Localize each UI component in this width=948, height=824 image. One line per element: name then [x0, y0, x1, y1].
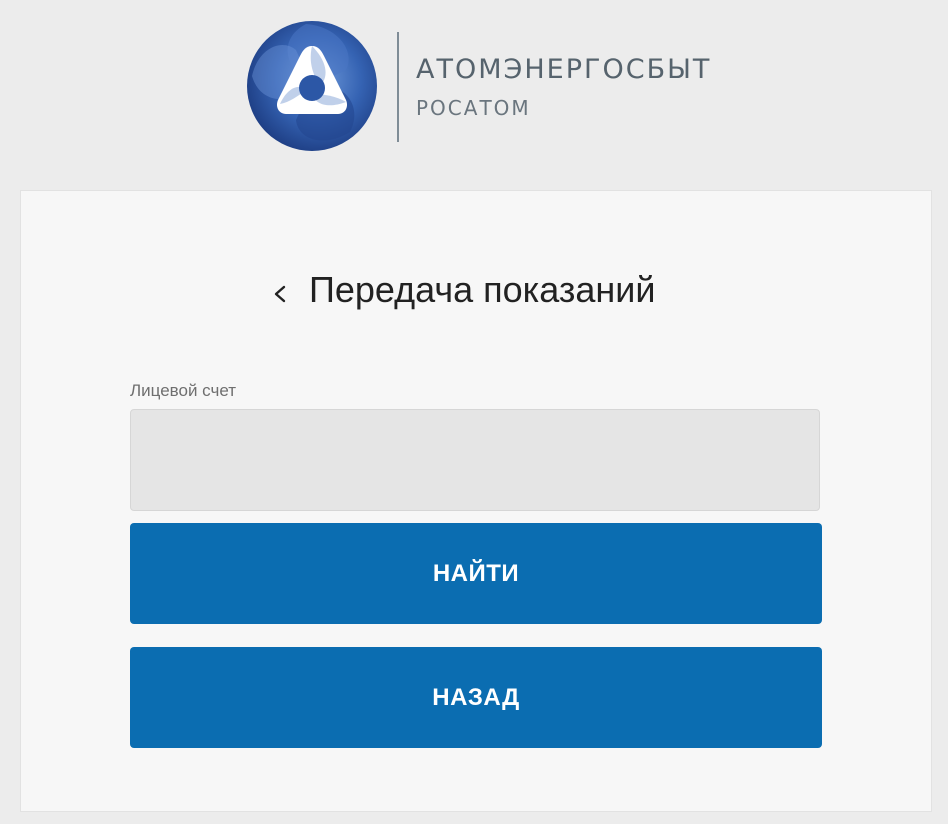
rosatom-emblem-icon — [247, 21, 377, 151]
chevron-left-icon[interactable] — [267, 281, 293, 307]
find-button[interactable]: НАЙТИ — [130, 523, 822, 624]
account-number-label: Лицевой счет — [130, 381, 237, 400]
brand-name: АТОМЭНЕРГОСБЫТ — [416, 54, 712, 85]
account-number-input[interactable] — [130, 409, 820, 511]
logo-divider — [397, 32, 399, 142]
header: АТОМЭНЕРГОСБЫТ РОСАТОМ — [0, 0, 948, 190]
brand-subtitle: РОСАТОМ — [416, 96, 531, 120]
back-button[interactable]: НАЗАД — [130, 647, 822, 748]
page-title: Передача показаний — [309, 269, 656, 310]
meter-readings-card: Передача показаний Лицевой счет НАЙТИ НА… — [20, 190, 932, 812]
